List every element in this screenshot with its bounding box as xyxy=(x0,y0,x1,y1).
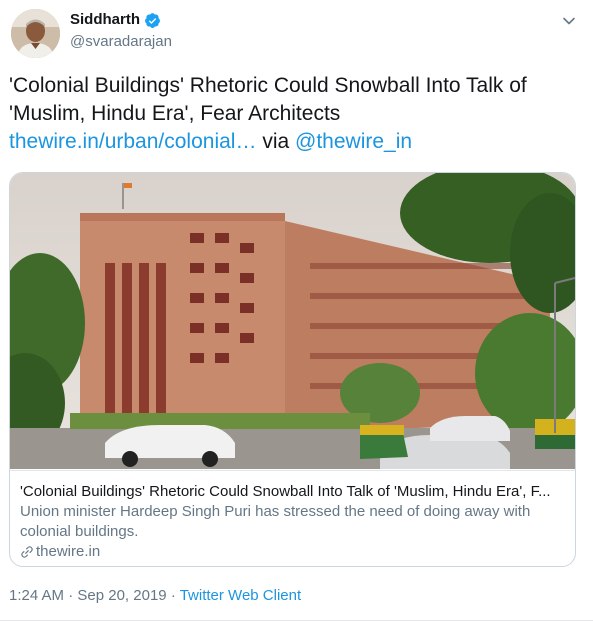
tweet-meta: 1:24 AM · Sep 20, 2019 · Twitter Web Cli… xyxy=(9,586,301,606)
article-link[interactable]: thewire.in/urban/colonial… xyxy=(9,130,256,153)
tweet: Siddharth @svaradarajan 'Colonial Buildi… xyxy=(0,0,593,630)
card-description: Union minister Hardeep Singh Puri has st… xyxy=(20,503,531,540)
tweet-time[interactable]: 1:24 AM xyxy=(9,587,64,604)
link-icon xyxy=(21,546,33,558)
avatar[interactable] xyxy=(11,9,60,58)
card-domain: thewire.in xyxy=(20,542,100,562)
tweet-text: 'Colonial Buildings' Rhetoric Could Snow… xyxy=(9,72,584,156)
tweet-date[interactable]: Sep 20, 2019 xyxy=(77,587,166,604)
via-text: via xyxy=(262,130,290,153)
card-image[interactable] xyxy=(10,173,575,469)
author-handle[interactable]: @svaradarajan xyxy=(70,32,172,52)
link-card[interactable]: 'Colonial Buildings' Rhetoric Could Snow… xyxy=(9,172,576,567)
meta-separator-2: · xyxy=(170,587,176,604)
mention-link[interactable]: @thewire_in xyxy=(295,130,412,153)
tweet-client[interactable]: Twitter Web Client xyxy=(180,587,301,604)
tweet-body: 'Colonial Buildings' Rhetoric Could Snow… xyxy=(9,74,527,125)
card-title[interactable]: 'Colonial Buildings' Rhetoric Could Snow… xyxy=(20,482,565,502)
author-name[interactable]: Siddharth xyxy=(70,10,140,30)
card-domain-text: thewire.in xyxy=(36,543,101,560)
chevron-down-icon[interactable] xyxy=(560,12,578,30)
author-name-row[interactable]: Siddharth xyxy=(70,10,161,30)
card-body[interactable]: 'Colonial Buildings' Rhetoric Could Snow… xyxy=(10,470,575,566)
meta-separator: · xyxy=(68,587,74,604)
verified-badge-icon xyxy=(144,12,161,29)
divider xyxy=(0,620,593,621)
